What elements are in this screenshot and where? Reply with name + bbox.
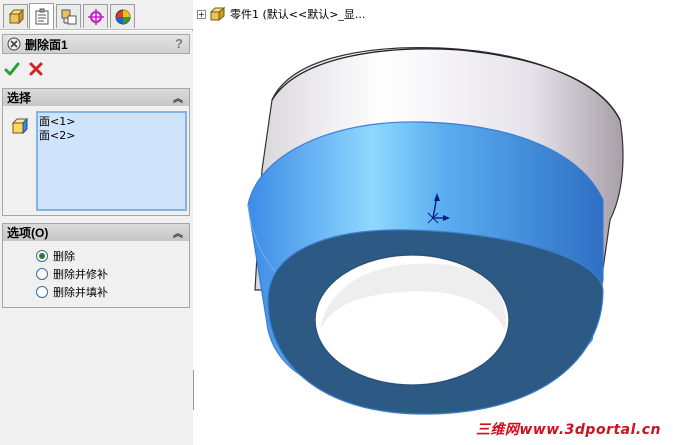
radio-button[interactable] xyxy=(36,250,48,262)
dimxpert-tab[interactable] xyxy=(83,4,108,28)
collapse-icon[interactable]: ︽ xyxy=(173,225,183,240)
options-group-title: 选项(O) xyxy=(7,226,49,240)
option-label: 删除并填补 xyxy=(53,286,108,299)
cancel-button[interactable] xyxy=(28,61,44,77)
selected-faces-list[interactable]: 面<1> 面<2> xyxy=(36,111,187,211)
selection-group-title: 选择 xyxy=(7,91,32,105)
delete-face-icon xyxy=(7,37,21,51)
option-delete[interactable]: 删除 xyxy=(36,248,75,264)
selection-group-header[interactable]: 选择 ︽ xyxy=(3,89,189,106)
property-manager-icon xyxy=(35,8,48,24)
checkmark-icon xyxy=(4,62,20,76)
ok-cancel-bar xyxy=(4,61,44,81)
crosshair-icon xyxy=(87,8,104,25)
graphics-area[interactable]: + 零件1 (默认<<默认>_显... 三维网www.3dportal.cn xyxy=(194,0,673,445)
option-delete-and-patch[interactable]: 删除并修补 xyxy=(36,266,108,282)
collapse-icon[interactable]: ︽ xyxy=(173,90,183,105)
watermark-text: 三维网www.3dportal.cn xyxy=(475,422,661,438)
configuration-icon xyxy=(61,9,76,24)
display-tab[interactable] xyxy=(110,4,135,28)
face-select-icon xyxy=(11,117,29,135)
left-panel: 删除面1 ? 选择 ︽ 面<1> 面<2> 选项(O) ︽ 删除 删除并修补 删… xyxy=(0,0,193,445)
radio-button[interactable] xyxy=(36,268,48,280)
list-item[interactable]: 面<2> xyxy=(39,129,184,143)
featuremanager-tab[interactable] xyxy=(3,4,28,28)
propertymanager-tab[interactable] xyxy=(29,3,54,29)
selected-face-2[interactable] xyxy=(267,229,604,415)
options-group: 选项(O) ︽ 删除 删除并修补 删除并填补 xyxy=(2,223,190,308)
feature-title: 删除面1 xyxy=(25,37,68,52)
feature-tree-icon xyxy=(8,8,24,24)
appearance-icon xyxy=(115,9,130,24)
option-delete-and-fill[interactable]: 删除并填补 xyxy=(36,284,108,300)
options-group-header[interactable]: 选项(O) ︽ xyxy=(3,224,189,241)
list-item[interactable]: 面<1> xyxy=(39,115,184,129)
manager-tabs xyxy=(0,0,193,30)
help-button[interactable]: ? xyxy=(175,36,183,51)
cross-icon xyxy=(29,62,43,76)
radio-button[interactable] xyxy=(36,286,48,298)
model-view xyxy=(247,47,624,415)
option-label: 删除并修补 xyxy=(53,268,108,281)
selection-group: 选择 ︽ 面<1> 面<2> xyxy=(2,88,190,216)
option-label: 删除 xyxy=(53,250,75,263)
ok-button[interactable] xyxy=(4,61,20,77)
configurationmanager-tab[interactable] xyxy=(56,4,81,28)
property-manager: 删除面1 ? 选择 ︽ 面<1> 面<2> 选项(O) ︽ 删除 删除并修补 删… xyxy=(0,31,193,445)
property-manager-header: 删除面1 ? xyxy=(2,34,190,54)
